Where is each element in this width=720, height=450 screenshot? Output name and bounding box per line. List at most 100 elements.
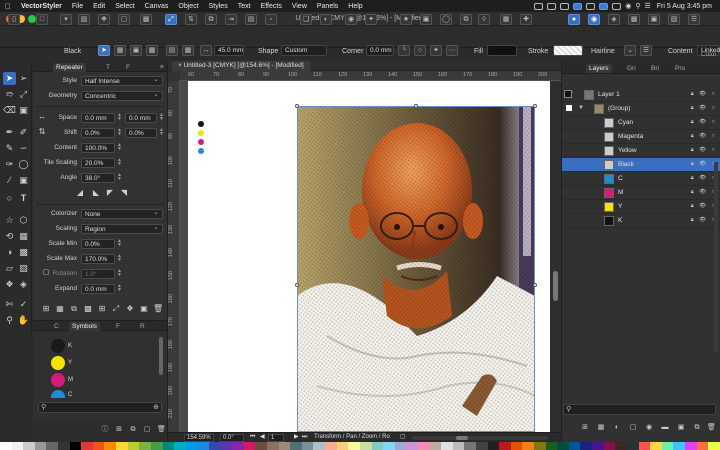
palette-swatch[interactable]	[394, 442, 407, 450]
line-tool-icon[interactable]: ∕	[3, 174, 16, 187]
tab-color[interactable]: Color	[698, 50, 720, 59]
disclosure-triangle-icon[interactable]: ▼	[578, 105, 584, 111]
transform-icon[interactable]: ▦	[114, 45, 126, 56]
palette-swatch[interactable]	[475, 442, 488, 450]
shape-tool-icon[interactable]: ☆	[3, 214, 16, 227]
page-field[interactable]: 1	[268, 434, 284, 442]
palette-swatch[interactable]	[301, 442, 314, 450]
symbol-k-swatch[interactable]	[51, 339, 65, 353]
info-icon[interactable]: ⓘ	[101, 426, 109, 434]
palette-swatch[interactable]	[580, 442, 593, 450]
layer-row[interactable]: Yellow 🔒︎ 👁︎ ○	[562, 144, 720, 158]
stroke-settings-icon[interactable]: ☰	[640, 45, 652, 56]
yellow-dot[interactable]	[198, 130, 204, 136]
blob-tool-icon[interactable]: ◯	[17, 158, 30, 171]
apple-icon[interactable]: 	[0, 2, 16, 11]
toolbar-icon[interactable]: ◉	[588, 14, 600, 25]
menu-effects[interactable]: Effects	[256, 3, 287, 10]
toolbar-icon[interactable]: ◊	[478, 14, 490, 25]
horizontal-scrollbar[interactable]	[412, 436, 548, 440]
ellipse-tool-icon[interactable]: ○	[3, 192, 16, 205]
palette-swatch[interactable]	[243, 442, 256, 450]
tab-t[interactable]: T	[103, 63, 113, 72]
align-icon[interactable]: ▤	[166, 45, 178, 56]
grid-tool-icon[interactable]: ▦	[17, 230, 30, 243]
scroll-thumb[interactable]	[456, 436, 468, 440]
palette-swatch[interactable]	[708, 442, 720, 450]
transform-tool-icon[interactable]: ⤢	[17, 88, 30, 101]
selection-handle[interactable]	[533, 104, 537, 108]
symbols-search-input[interactable]: ⚲ ⊕	[38, 402, 162, 413]
layer-visibility-lock-icons[interactable]: 🔒︎ 👁︎ ○	[691, 133, 717, 140]
shift-field-2[interactable]: 0.0%	[125, 128, 157, 138]
palette-swatch[interactable]	[197, 442, 209, 450]
layer-visibility-lock-icons[interactable]: 🔒︎ 👁︎ ○	[691, 91, 717, 98]
next-page-icon[interactable]: ▶	[292, 434, 300, 442]
distribution-icon[interactable]: ◣	[91, 188, 101, 198]
toolbar-icon[interactable]: ✚	[520, 14, 532, 25]
tab-grid[interactable]: Gri	[624, 64, 639, 73]
menu-canvas[interactable]: Canvas	[140, 3, 174, 10]
toolbar-icon[interactable]: ▢	[118, 14, 130, 25]
status-icon[interactable]	[599, 2, 609, 10]
shift-field-1[interactable]: 0.0%	[81, 128, 115, 138]
toolbar-icon[interactable]: ◈	[608, 14, 620, 25]
palette-swatch[interactable]	[684, 442, 697, 450]
palette-swatch[interactable]	[441, 442, 453, 450]
palette-swatch[interactable]	[81, 442, 93, 450]
stroke-options-icon[interactable]: ⌄	[624, 45, 636, 56]
toolbar-icon[interactable]: ⇅	[185, 14, 197, 25]
close-tab-icon[interactable]: ×	[178, 62, 182, 69]
tab-c[interactable]: C	[51, 322, 62, 331]
toolbar-icon[interactable]: ⤢	[165, 14, 177, 25]
polygon-tool-icon[interactable]: ⬡	[17, 214, 30, 227]
layout-icon[interactable]: ▩	[83, 304, 93, 314]
palette-swatch[interactable]	[615, 442, 627, 450]
add-icon[interactable]: ⊞	[41, 304, 51, 314]
palette-swatch[interactable]	[568, 442, 581, 450]
lasso-tool-icon[interactable]: ➱	[3, 88, 16, 101]
crop-tool-icon[interactable]: ▣	[17, 104, 30, 117]
toolbar-icon[interactable]: ▣	[420, 14, 432, 25]
layer-row[interactable]: Y 🔒︎ 👁︎ ○	[562, 200, 720, 214]
fill-tool-icon[interactable]: ▱	[3, 262, 16, 275]
menu-text[interactable]: Text	[233, 3, 256, 10]
scale-min-stepper[interactable]: ▲ ▼	[117, 239, 122, 248]
control-center-icon[interactable]: ☰	[644, 2, 650, 10]
break-icon[interactable]: ❖	[125, 304, 135, 314]
palette-swatch[interactable]	[278, 442, 291, 450]
palette-swatch[interactable]	[487, 442, 500, 450]
layer-row[interactable]: M 🔒︎ 👁︎ ○	[562, 186, 720, 200]
tab-repeater[interactable]: Repeater	[53, 63, 86, 72]
toolbar-icon[interactable]: ▤	[245, 14, 257, 25]
palette-swatch[interactable]	[174, 442, 186, 450]
shift-stepper-1[interactable]: ▲ ▼	[117, 128, 122, 137]
palette-swatch[interactable]	[34, 442, 47, 450]
spiral-tool-icon[interactable]: ⟲	[3, 230, 16, 243]
group-icon[interactable]: ▢	[629, 424, 637, 432]
palette-swatch[interactable]	[290, 442, 302, 450]
trash-icon[interactable]: 🗑	[153, 304, 163, 314]
menu-object[interactable]: Object	[173, 3, 203, 10]
palette-swatch[interactable]	[499, 442, 511, 450]
color-swatch-mini[interactable]	[564, 90, 572, 98]
rotation-field[interactable]: 1.0°	[81, 269, 115, 279]
layer-visibility-lock-icons[interactable]: 🔒︎ 👁︎ ○	[691, 119, 717, 126]
palette-swatch[interactable]	[510, 442, 523, 450]
blend-tool-icon[interactable]: ❖	[3, 278, 16, 291]
space-stepper-1[interactable]: ▲ ▼	[117, 113, 122, 122]
toolbar-icon[interactable]: ✦	[365, 14, 377, 25]
palette-swatch[interactable]	[522, 442, 535, 450]
layers-scrollbar[interactable]	[714, 162, 718, 352]
toolbar-icon[interactable]: ▧	[78, 14, 90, 25]
rotation-field[interactable]: 0.0°	[220, 434, 244, 442]
rotation-stepper[interactable]: ▲ ▼	[117, 269, 122, 278]
image-tool-icon[interactable]: ▣	[17, 174, 30, 187]
palette-swatch[interactable]	[116, 442, 128, 450]
space-stepper-2[interactable]: ▲ ▼	[159, 113, 164, 122]
palette-swatch[interactable]	[46, 442, 59, 450]
layer-row[interactable]: ▼ (Group) 🔒︎ 👁︎ ○	[562, 102, 720, 116]
palette-swatch[interactable]	[534, 442, 546, 450]
eyedropper-tool-icon[interactable]: ✓	[17, 298, 30, 311]
toolbar-icon[interactable]: ☰	[688, 14, 700, 25]
